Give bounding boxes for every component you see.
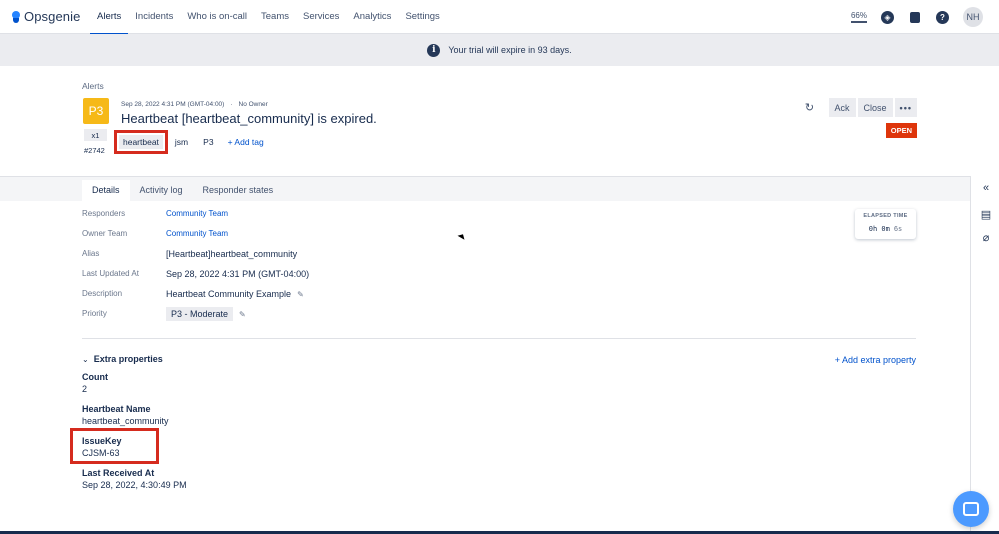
detail-row-priority: Priority P3 - Moderate ✎: [82, 307, 382, 323]
status-badge: OPEN: [885, 123, 917, 138]
description-text: Heartbeat Community Example: [166, 289, 292, 299]
collapse-icon[interactable]: «: [980, 182, 992, 194]
extra-prop-key: Count: [82, 372, 108, 382]
more-actions-button[interactable]: •••: [894, 98, 917, 117]
breadcrumb[interactable]: Alerts: [82, 81, 104, 91]
detail-label: Description: [82, 289, 123, 298]
detail-label: Owner Team: [82, 229, 128, 238]
add-tag-link[interactable]: + Add tag: [228, 137, 264, 147]
ack-button[interactable]: Ack: [828, 98, 856, 117]
divider: [82, 338, 916, 339]
extra-prop-count: Count 2: [82, 372, 108, 394]
description-value: Heartbeat Community Example ✎: [166, 289, 304, 299]
extra-properties-toggle[interactable]: ⌄ Extra properties: [82, 354, 163, 364]
nav-incidents[interactable]: Incidents: [128, 0, 180, 34]
extra-prop-last-received: Last Received At Sep 28, 2022, 4:30:49 P…: [82, 468, 187, 490]
nav-alerts[interactable]: Alerts: [90, 0, 129, 35]
refresh-icon[interactable]: ↻: [803, 101, 817, 114]
attachment-icon[interactable]: ⌀: [980, 231, 992, 244]
chevron-down-icon: ⌄: [82, 354, 89, 364]
mouse-cursor-icon: [457, 232, 467, 240]
tag-heartbeat[interactable]: heartbeat: [119, 135, 163, 149]
nav-teams[interactable]: Teams: [254, 0, 296, 34]
extra-prop-value: 2: [82, 384, 88, 394]
nav-services[interactable]: Services: [296, 0, 346, 34]
alert-meta: Sep 28, 2022 4:31 PM (GMT-04:00) · No Owne…: [121, 101, 268, 108]
top-nav: Opsgenie Alerts Incidents Who is on-call…: [0, 0, 999, 35]
compass-icon[interactable]: ◈: [881, 10, 894, 24]
right-rail: « ▤ ⌀: [970, 176, 999, 534]
owner-label: No Owner: [238, 101, 268, 108]
elapsed-time-card: ELAPSED TIME 0h 0m 6s: [855, 209, 916, 239]
detail-row-last-updated: Last Updated At Sep 28, 2022 4:31 PM (GM…: [82, 269, 382, 283]
tab-activity-log[interactable]: Activity log: [130, 180, 193, 201]
responders-link[interactable]: Community Team: [166, 209, 228, 218]
notes-icon[interactable]: ▤: [980, 208, 992, 221]
chat-icon: [963, 502, 979, 516]
notebook-icon[interactable]: [910, 11, 920, 23]
last-updated-value: Sep 28, 2022 4:31 PM (GMT-04:00): [166, 269, 310, 279]
separator-dot: ·: [230, 101, 233, 108]
count-badge: x1: [84, 129, 107, 141]
add-extra-property-link[interactable]: + Add extra property: [835, 355, 916, 365]
elapsed-hm: 0h 0m: [868, 225, 890, 233]
brand-logo[interactable]: Opsgenie: [12, 9, 90, 24]
elapsed-time-value: 0h 0m 6s: [855, 225, 916, 233]
tag-jsm[interactable]: jsm: [171, 135, 192, 149]
detail-row-owner-team: Owner Team Community Team: [82, 229, 382, 243]
elapsed-seconds: 6s: [893, 225, 903, 233]
detail-label: Last Updated At: [82, 269, 139, 278]
priority-pill[interactable]: P3 - Moderate: [166, 307, 234, 321]
nav-settings[interactable]: Settings: [398, 0, 446, 34]
extra-prop-heartbeat-name: Heartbeat Name heartbeat_community: [82, 404, 169, 426]
highlight-box: [70, 428, 159, 464]
owner-team-link[interactable]: Community Team: [166, 229, 228, 238]
trial-banner-text: Your trial will expire in 93 days.: [448, 45, 572, 55]
detail-row-description: Description Heartbeat Community Example ✎: [82, 289, 382, 303]
info-icon: i: [427, 43, 441, 57]
detail-row-alias: Alias [Heartbeat]heartbeat_community: [82, 249, 382, 263]
alert-title: Heartbeat [heartbeat_community] is expir…: [121, 111, 377, 126]
elapsed-time-label: ELAPSED TIME: [863, 213, 908, 219]
tiny-id: #2742: [84, 146, 105, 155]
brand-name: Opsgenie: [24, 9, 81, 24]
extra-properties-heading: Extra properties: [93, 354, 163, 364]
extra-prop-value: Sep 28, 2022, 4:30:49 PM: [82, 480, 187, 490]
help-icon[interactable]: ?: [936, 10, 949, 24]
extra-prop-key: Heartbeat Name: [82, 404, 151, 414]
alias-value: [Heartbeat]heartbeat_community: [166, 249, 298, 259]
alert-actions: ↻ Ack Close •••: [803, 98, 917, 117]
nav-analytics[interactable]: Analytics: [346, 0, 398, 34]
trial-banner: i Your trial will expire in 93 days.: [0, 34, 999, 66]
zoom-level[interactable]: 66%: [850, 11, 867, 23]
opsgenie-logo-icon: [12, 10, 20, 23]
avatar[interactable]: NH: [963, 7, 983, 27]
detail-label: Alias: [82, 249, 100, 258]
extra-prop-value: heartbeat_community: [82, 416, 169, 426]
tab-bar: Details Activity log Responder states: [82, 180, 283, 201]
tab-details[interactable]: Details: [82, 180, 130, 201]
highlight-box: heartbeat: [114, 130, 168, 154]
created-time: Sep 28, 2022 4:31 PM (GMT-04:00): [121, 101, 225, 108]
tab-responder-states[interactable]: Responder states: [193, 180, 284, 201]
priority-badge: P3: [83, 98, 109, 124]
tag-p3[interactable]: P3: [199, 135, 217, 149]
edit-pencil-icon[interactable]: ✎: [297, 290, 304, 299]
detail-row-responders: Responders Community Team: [82, 209, 382, 223]
close-button[interactable]: Close: [857, 98, 893, 117]
extra-prop-key: Last Received At: [82, 468, 155, 478]
priority-value: P3 - Moderate ✎: [166, 307, 246, 321]
tag-list: heartbeat jsm P3 + Add tag: [114, 130, 264, 154]
nav-who-is-on-call[interactable]: Who is on-call: [180, 0, 254, 34]
edit-pencil-icon[interactable]: ✎: [239, 310, 246, 319]
detail-label: Priority: [82, 309, 107, 318]
chat-widget-button[interactable]: [953, 491, 989, 527]
detail-label: Responders: [82, 209, 126, 218]
